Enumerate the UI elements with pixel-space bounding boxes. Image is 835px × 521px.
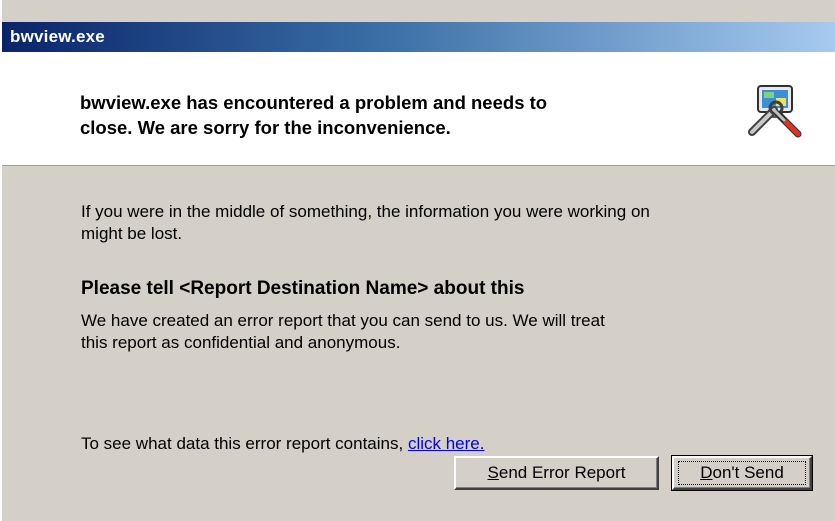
click-here-link[interactable]: click here. xyxy=(408,434,485,453)
see-data-text: To see what data this error report conta… xyxy=(81,434,408,453)
title-bar[interactable]: bwview.exe xyxy=(2,22,835,52)
focus-ring xyxy=(678,461,806,485)
report-description: We have created an error report that you… xyxy=(81,311,605,352)
send-button-mnemonic: S xyxy=(487,463,499,482)
dont-send-button[interactable]: Don't Send xyxy=(671,455,813,491)
send-error-report-button[interactable]: Send Error Report xyxy=(454,456,659,490)
report-destination-heading: Please tell <Report Destination Name> ab… xyxy=(81,278,525,299)
info-text: If you were in the middle of something, … xyxy=(81,202,650,243)
send-button-label: end Error Report xyxy=(498,463,626,482)
error-message-heading: bwview.exe has encountered a problem and… xyxy=(80,92,548,138)
see-data-line: To see what data this error report conta… xyxy=(81,411,484,455)
error-dialog-window: bwview.exe bwview.exe has encountered a … xyxy=(0,0,835,521)
window-title: bwview.exe xyxy=(10,27,105,46)
header-band: bwview.exe has encountered a problem and… xyxy=(2,52,835,166)
error-report-tools-icon xyxy=(748,85,802,138)
